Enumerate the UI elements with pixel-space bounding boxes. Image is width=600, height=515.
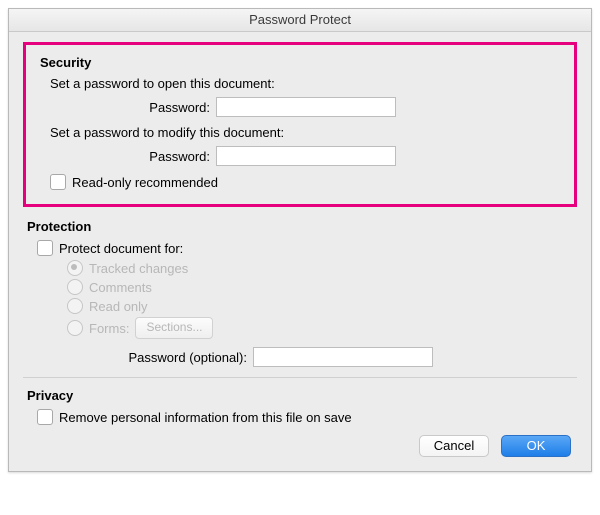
radio-read-only-label: Read only	[89, 299, 148, 314]
privacy-section: Privacy Remove personal information from…	[23, 388, 577, 425]
dialog-content: Security Set a password to open this doc…	[9, 32, 591, 471]
readonly-checkbox[interactable]	[50, 174, 66, 190]
cancel-button[interactable]: Cancel	[419, 435, 489, 457]
ok-button[interactable]: OK	[501, 435, 571, 457]
optional-password-label: Password (optional):	[37, 350, 253, 365]
separator	[23, 377, 577, 378]
radio-tracked-changes	[67, 260, 83, 276]
open-password-label: Password:	[50, 100, 216, 115]
protect-for-checkbox[interactable]	[37, 240, 53, 256]
protection-radio-group: Tracked changes Comments Read only Forms…	[67, 260, 573, 339]
window-title: Password Protect	[249, 12, 351, 27]
protect-for-label: Protect document for:	[59, 241, 183, 256]
radio-forms-label: Forms:	[89, 321, 129, 336]
modify-password-label: Password:	[50, 149, 216, 164]
radio-comments-label: Comments	[89, 280, 152, 295]
radio-comments	[67, 279, 83, 295]
open-password-input[interactable]	[216, 97, 396, 117]
dialog-window: Password Protect Security Set a password…	[8, 8, 592, 472]
privacy-heading: Privacy	[27, 388, 573, 403]
readonly-label: Read-only recommended	[72, 175, 218, 190]
security-heading: Security	[40, 55, 560, 70]
modify-password-input[interactable]	[216, 146, 396, 166]
sections-button: Sections...	[135, 317, 213, 339]
radio-read-only	[67, 298, 83, 314]
security-section: Security Set a password to open this doc…	[23, 42, 577, 207]
protection-heading: Protection	[27, 219, 573, 234]
remove-personal-info-checkbox[interactable]	[37, 409, 53, 425]
remove-personal-info-label: Remove personal information from this fi…	[59, 410, 352, 425]
modify-password-prompt: Set a password to modify this document:	[50, 125, 284, 140]
title-bar: Password Protect	[9, 9, 591, 32]
open-password-prompt: Set a password to open this document:	[50, 76, 275, 91]
protection-section: Protection Protect document for: Tracked…	[23, 219, 577, 367]
dialog-button-row: Cancel OK	[23, 435, 577, 457]
radio-tracked-changes-label: Tracked changes	[89, 261, 188, 276]
optional-password-input[interactable]	[253, 347, 433, 367]
radio-forms	[67, 320, 83, 336]
